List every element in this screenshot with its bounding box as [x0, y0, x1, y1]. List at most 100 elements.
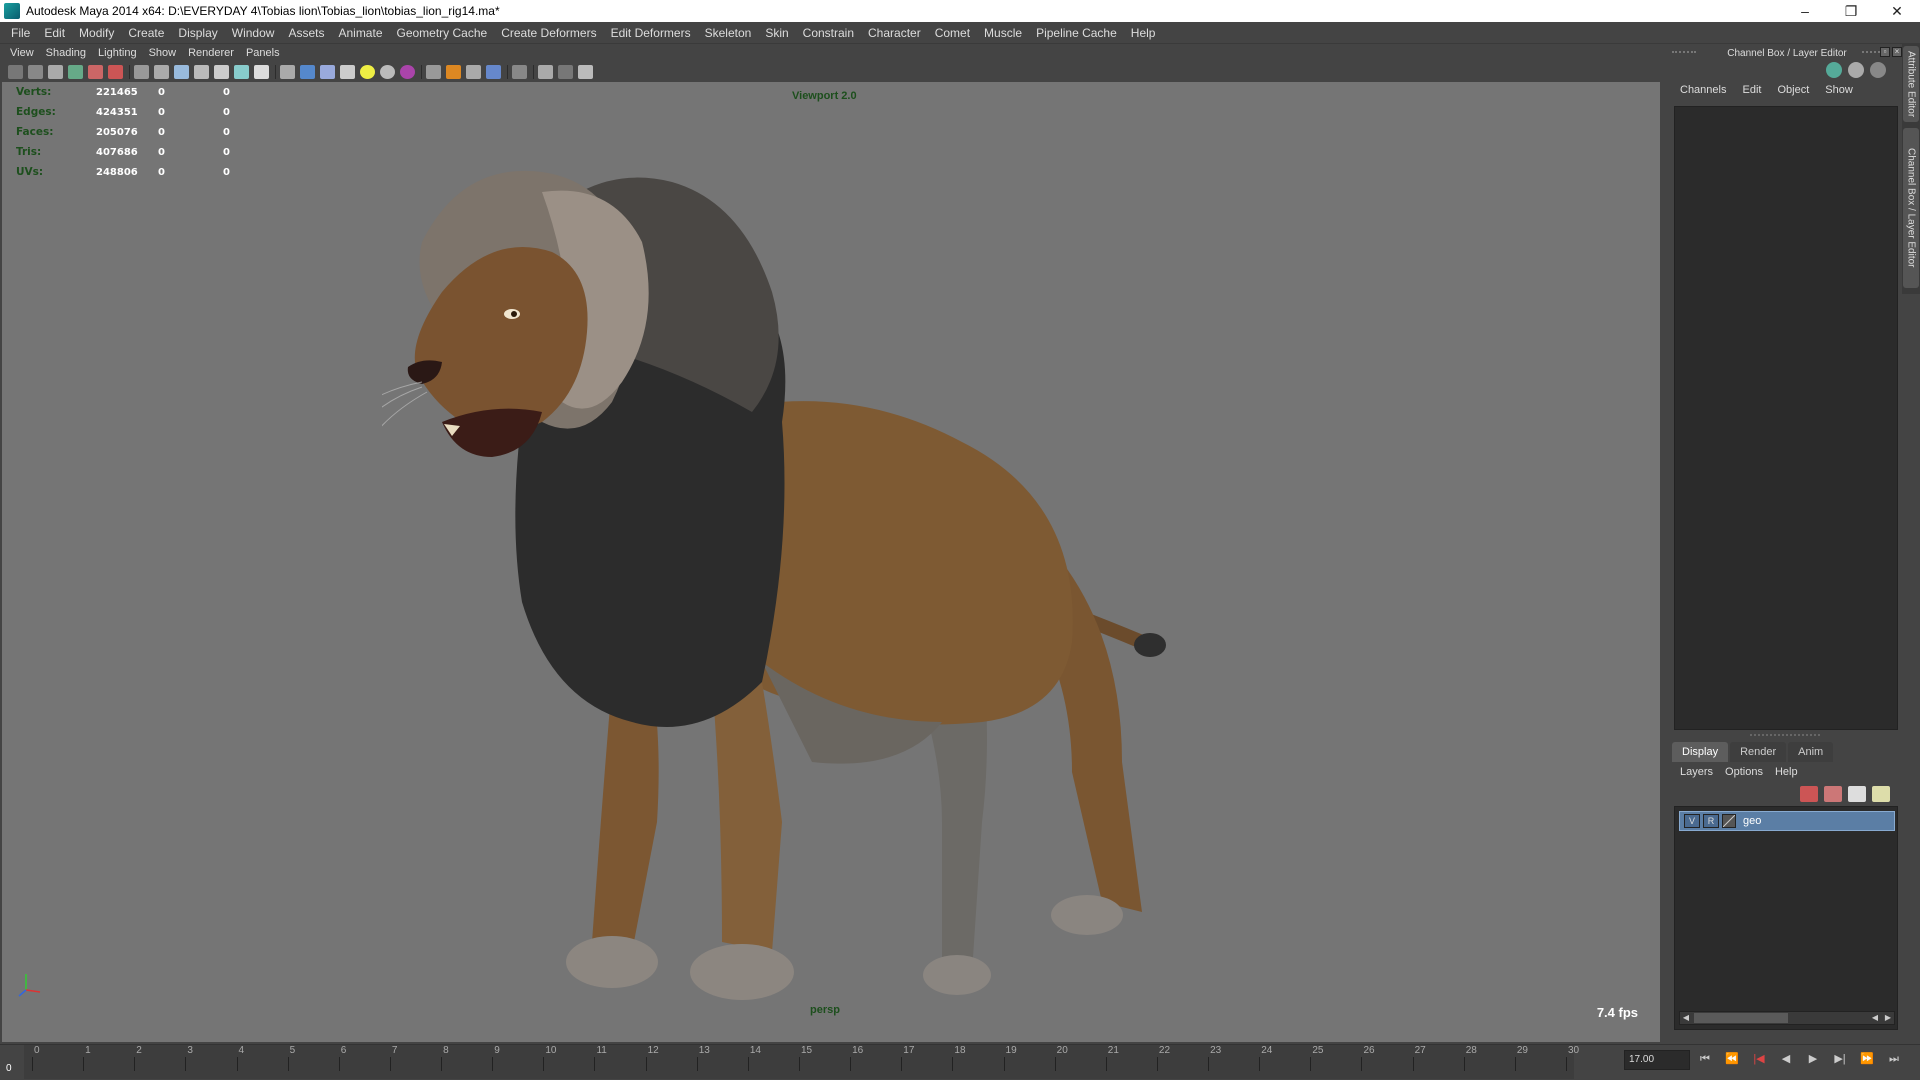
gate-mask-icon[interactable] — [194, 65, 209, 79]
step-forward-icon[interactable]: ▶| — [1831, 1051, 1849, 1067]
layer-color-swatch[interactable] — [1722, 814, 1736, 828]
shadows-icon[interactable] — [380, 65, 395, 79]
xray-active-icon[interactable] — [558, 65, 573, 79]
menu-create-deformers[interactable]: Create Deformers — [494, 22, 603, 44]
layer-reference-toggle[interactable]: R — [1703, 814, 1719, 828]
play-forward-icon[interactable]: ▶ — [1804, 1051, 1822, 1067]
textured-icon[interactable] — [340, 65, 355, 79]
high-quality-icon[interactable] — [400, 65, 415, 79]
minimize-button[interactable]: – — [1782, 0, 1828, 22]
cb-menu-edit[interactable]: Edit — [1734, 84, 1769, 96]
close-panel-icon[interactable]: × — [1892, 47, 1902, 57]
image-plane-icon[interactable] — [68, 65, 83, 79]
grease-pencil-icon[interactable] — [108, 65, 123, 79]
close-button[interactable]: ✕ — [1874, 0, 1920, 22]
xray-joints-icon[interactable] — [578, 65, 593, 79]
panel-menu-show[interactable]: Show — [143, 47, 183, 59]
menu-geometry-cache[interactable]: Geometry Cache — [390, 22, 495, 44]
menu-help[interactable]: Help — [1124, 22, 1163, 44]
scroll-right-icon[interactable]: ▶ — [1883, 1013, 1893, 1023]
tab-display[interactable]: Display — [1672, 742, 1729, 762]
side-tab-channel-box[interactable]: Channel Box / Layer Editor — [1903, 128, 1919, 288]
wireframe-icon[interactable] — [280, 65, 295, 79]
step-forward-key-icon[interactable]: ⏩ — [1858, 1051, 1876, 1067]
play-back-icon[interactable]: ◀ — [1777, 1051, 1795, 1067]
new-layer-icon[interactable] — [1848, 786, 1866, 802]
menu-modify[interactable]: Modify — [72, 22, 121, 44]
layer-visibility-toggle[interactable]: V — [1684, 814, 1700, 828]
menu-character[interactable]: Character — [861, 22, 928, 44]
use-all-lights-icon[interactable] — [360, 65, 375, 79]
bookmarks-icon[interactable] — [48, 65, 63, 79]
menu-pipeline-cache[interactable]: Pipeline Cache — [1029, 22, 1124, 44]
film-gate-icon[interactable] — [154, 65, 169, 79]
menu-muscle[interactable]: Muscle — [977, 22, 1029, 44]
go-to-start-icon[interactable]: ⏮ — [1696, 1051, 1714, 1067]
menu-create[interactable]: Create — [121, 22, 171, 44]
lion-3d-model[interactable] — [382, 122, 1282, 1022]
isolate-select-icon[interactable] — [512, 65, 527, 79]
side-tab-attribute-editor[interactable]: Attribute Editor — [1903, 46, 1919, 122]
panel-splitter[interactable] — [1750, 734, 1820, 737]
scroll-left-icon[interactable]: ◀ — [1681, 1013, 1691, 1023]
menu-comet[interactable]: Comet — [928, 22, 977, 44]
menu-window[interactable]: Window — [225, 22, 282, 44]
tab-render[interactable]: Render — [1730, 742, 1787, 762]
menu-display[interactable]: Display — [171, 22, 224, 44]
menu-animate[interactable]: Animate — [331, 22, 389, 44]
new-layer-from-selection-icon[interactable] — [1872, 786, 1890, 802]
scrollbar-thumb[interactable] — [1694, 1013, 1788, 1023]
panel-menu-shading[interactable]: Shading — [40, 47, 92, 59]
wireframe-on-shaded-icon[interactable] — [320, 65, 335, 79]
select-camera-icon[interactable] — [8, 65, 23, 79]
current-time-field[interactable]: 17.00 — [1624, 1050, 1690, 1070]
camera-attributes-icon[interactable] — [28, 65, 43, 79]
panel-menu-panels[interactable]: Panels — [240, 47, 286, 59]
motion-blur-icon[interactable] — [446, 65, 461, 79]
ambient-occlusion-icon[interactable] — [426, 65, 441, 79]
layer-row-geo[interactable]: V R geo — [1679, 811, 1895, 831]
time-slider-track[interactable]: 0 1 2 3 4 5 6 7 8 9 10 11 12 13 14 15 16 17 18 19 20 21 22 23 24… — [24, 1045, 1579, 1079]
cb-menu-object[interactable]: Object — [1769, 84, 1817, 96]
manipulator-icon[interactable] — [1826, 62, 1842, 78]
layer-horizontal-scrollbar[interactable]: ◀ ◀ ▶ — [1679, 1011, 1895, 1025]
layer-menu-layers[interactable]: Layers — [1674, 766, 1719, 778]
safe-title-icon[interactable] — [254, 65, 269, 79]
float-panel-icon[interactable]: ▫ — [1880, 47, 1890, 57]
menu-file[interactable]: File — [4, 22, 37, 44]
menu-constrain[interactable]: Constrain — [796, 22, 861, 44]
scroll-left-end-icon[interactable]: ◀ — [1870, 1013, 1880, 1023]
go-to-end-icon[interactable]: ⏭ — [1885, 1051, 1903, 1067]
3d-viewport[interactable]: Verts: 221465 0 0 Edges: 424351 0 0 Face… — [2, 82, 1660, 1042]
panel-menu-view[interactable]: View — [4, 47, 40, 59]
safe-action-icon[interactable] — [234, 65, 249, 79]
menu-edit[interactable]: Edit — [37, 22, 72, 44]
field-chart-icon[interactable] — [214, 65, 229, 79]
cb-menu-show[interactable]: Show — [1817, 84, 1861, 96]
menu-assets[interactable]: Assets — [281, 22, 331, 44]
menu-skeleton[interactable]: Skeleton — [698, 22, 759, 44]
speed-icon[interactable] — [1848, 62, 1864, 78]
menu-skin[interactable]: Skin — [758, 22, 795, 44]
grid-icon[interactable] — [134, 65, 149, 79]
resolution-gate-icon[interactable] — [174, 65, 189, 79]
layer-name[interactable]: geo — [1743, 815, 1761, 827]
panel-menu-renderer[interactable]: Renderer — [182, 47, 240, 59]
move-layer-down-icon[interactable] — [1824, 786, 1842, 802]
step-back-key-icon[interactable]: ⏪ — [1723, 1051, 1741, 1067]
move-layer-up-icon[interactable] — [1800, 786, 1818, 802]
restore-button[interactable]: ❐ — [1828, 0, 1874, 22]
cb-menu-channels[interactable]: Channels — [1672, 84, 1734, 96]
xray-icon[interactable] — [538, 65, 553, 79]
layer-menu-help[interactable]: Help — [1769, 766, 1804, 778]
drag-handle[interactable] — [1672, 51, 1696, 54]
channel-list[interactable] — [1674, 106, 1898, 730]
tab-anim[interactable]: Anim — [1788, 742, 1834, 762]
two-d-pan-zoom-icon[interactable] — [88, 65, 103, 79]
smooth-shade-icon[interactable] — [300, 65, 315, 79]
panel-menu-lighting[interactable]: Lighting — [92, 47, 143, 59]
depth-of-field-icon[interactable] — [486, 65, 501, 79]
hyperbolic-icon[interactable] — [1870, 62, 1886, 78]
layer-menu-options[interactable]: Options — [1719, 766, 1769, 778]
menu-edit-deformers[interactable]: Edit Deformers — [604, 22, 698, 44]
